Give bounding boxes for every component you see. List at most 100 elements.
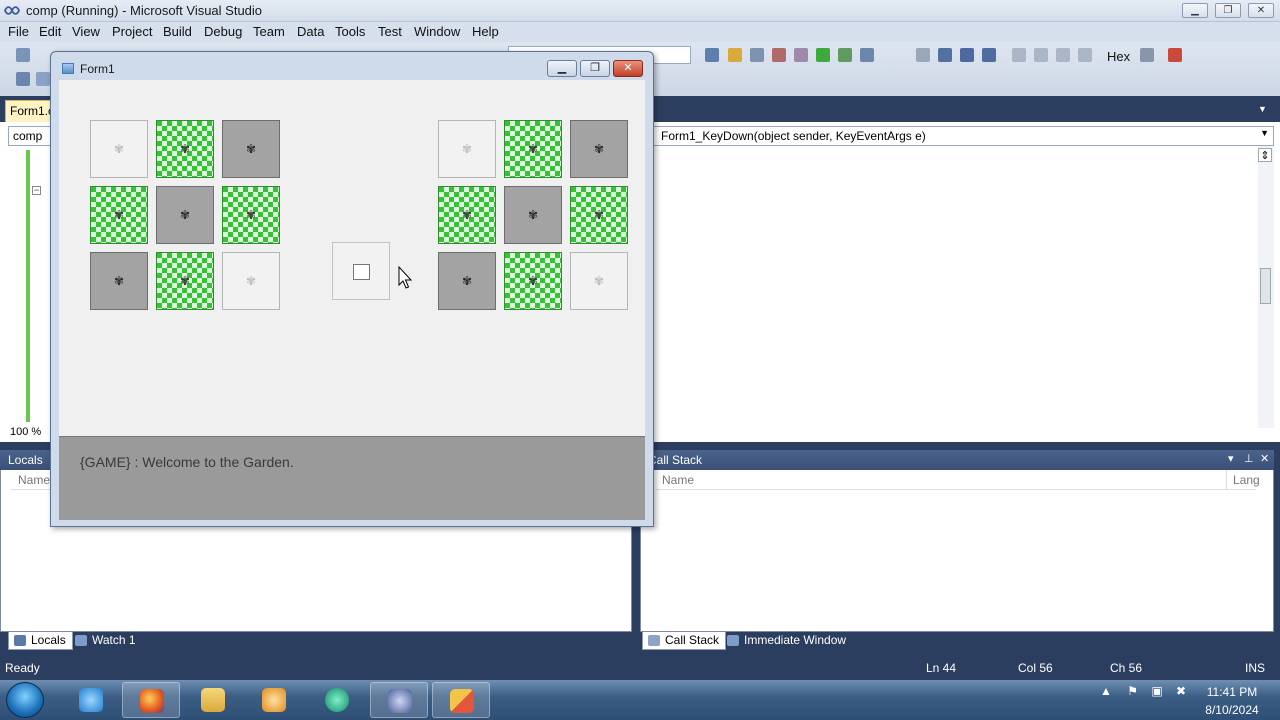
show-hidden-icons-icon[interactable]: ▲ bbox=[1100, 684, 1112, 698]
right-tile-empty[interactable]: ✾ bbox=[438, 120, 496, 178]
window-icon[interactable] bbox=[750, 48, 764, 62]
right-tile-stone[interactable]: ✾ bbox=[504, 186, 562, 244]
vs-restore-button[interactable]: ❐ bbox=[1215, 3, 1241, 18]
left-tile-stone[interactable]: ✾ bbox=[156, 186, 214, 244]
left-tile-grass[interactable]: ✾ bbox=[156, 120, 214, 178]
taskbar-firefox[interactable] bbox=[122, 682, 180, 718]
chevron-down-icon: ▼ bbox=[1260, 128, 1269, 138]
collapse-icon[interactable]: − bbox=[32, 186, 41, 195]
menu-data[interactable]: Data bbox=[297, 24, 324, 39]
flower-icon: ✾ bbox=[527, 142, 539, 156]
class-nav-dropdown[interactable]: comp bbox=[8, 126, 54, 146]
step-over-icon[interactable] bbox=[1034, 48, 1048, 62]
right-tile-grass[interactable]: ✾ bbox=[504, 120, 562, 178]
taskbar-app-green[interactable] bbox=[308, 682, 366, 718]
right-tile-grass[interactable]: ✾ bbox=[438, 186, 496, 244]
cut-icon[interactable] bbox=[794, 48, 808, 62]
visual-studio-logo-icon bbox=[4, 6, 20, 15]
form1-minimize-button[interactable]: ▁ bbox=[547, 60, 577, 77]
tab-call-stack[interactable]: Call Stack bbox=[642, 632, 727, 650]
tools-icon[interactable] bbox=[772, 48, 786, 62]
close-icon[interactable]: ✕ bbox=[1260, 452, 1269, 465]
vs-minimize-button[interactable]: ▁ bbox=[1182, 3, 1208, 18]
member-nav-dropdown[interactable]: Form1_KeyDown(object sender, KeyEventArg… bbox=[650, 126, 1274, 146]
pause-icon[interactable] bbox=[938, 48, 952, 62]
left-tile-empty[interactable]: ✾ bbox=[90, 120, 148, 178]
step-out-icon[interactable] bbox=[1056, 48, 1070, 62]
center-selection-tile[interactable] bbox=[332, 242, 390, 300]
hex-toggle-button[interactable]: Hex bbox=[1107, 49, 1130, 64]
menu-test[interactable]: Test bbox=[378, 24, 402, 39]
firefox-icon bbox=[140, 689, 164, 713]
continue-icon[interactable] bbox=[916, 48, 930, 62]
taskbar-visual-studio[interactable] bbox=[370, 682, 428, 718]
clock-date[interactable]: 8/10/2024 bbox=[1203, 703, 1261, 717]
taskbar-file-explorer[interactable] bbox=[184, 682, 242, 718]
form1-restore-button[interactable]: ❐ bbox=[580, 60, 610, 77]
restart-icon[interactable] bbox=[982, 48, 996, 62]
flower-icon: ✾ bbox=[461, 208, 473, 222]
menu-project[interactable]: Project bbox=[112, 24, 152, 39]
split-icon[interactable]: ⇕ bbox=[1258, 148, 1272, 162]
left-tile-grass[interactable]: ✾ bbox=[222, 186, 280, 244]
right-tile-stone[interactable]: ✾ bbox=[570, 120, 628, 178]
new-project-icon[interactable] bbox=[16, 48, 30, 62]
zoom-level[interactable]: 100 % bbox=[10, 426, 41, 438]
step-into-icon[interactable] bbox=[1012, 48, 1026, 62]
seed-icon: ✾ bbox=[593, 142, 605, 156]
tab-form1-cs[interactable]: Form1.cs bbox=[5, 100, 53, 122]
left-tile-stone[interactable]: ✾ bbox=[90, 252, 148, 310]
pane-menu-icon[interactable]: ▾ bbox=[1228, 452, 1234, 465]
left-tile-grass[interactable]: ✾ bbox=[90, 186, 148, 244]
vs-close-button[interactable]: ✕ bbox=[1248, 3, 1274, 18]
right-tile-stone[interactable]: ✾ bbox=[438, 252, 496, 310]
properties-icon[interactable] bbox=[36, 72, 50, 86]
tab-watch1[interactable]: Watch 1 bbox=[70, 632, 142, 650]
refresh-icon[interactable] bbox=[816, 48, 830, 62]
menu-file[interactable]: File bbox=[8, 24, 29, 39]
right-tile-grass[interactable]: ✾ bbox=[504, 252, 562, 310]
right-tile-empty[interactable]: ✾ bbox=[570, 252, 628, 310]
clock-time[interactable]: 11:41 PM bbox=[1205, 685, 1259, 699]
left-tile-stone[interactable]: ✾ bbox=[222, 120, 280, 178]
form-icon[interactable] bbox=[62, 63, 74, 74]
form1-close-button[interactable]: ✕ bbox=[613, 60, 643, 77]
status-insert-mode: INS bbox=[1245, 661, 1266, 675]
menu-team[interactable]: Team bbox=[253, 24, 285, 39]
callstack-column-lang[interactable]: Lang bbox=[1226, 470, 1266, 490]
toolbox-icon[interactable] bbox=[16, 72, 30, 86]
taskbar-media-player[interactable] bbox=[245, 682, 303, 718]
start-button[interactable] bbox=[6, 682, 44, 718]
menu-tools[interactable]: Tools bbox=[335, 24, 365, 39]
menu-edit[interactable]: Edit bbox=[39, 24, 61, 39]
flag-icon[interactable]: ⚑ bbox=[1127, 684, 1138, 698]
volume-muted-icon[interactable]: ✖ bbox=[1176, 684, 1186, 698]
tab-list-dropdown-icon[interactable]: ▼ bbox=[1258, 104, 1267, 114]
flower-icon: ✾ bbox=[527, 274, 539, 288]
designer-icon[interactable] bbox=[838, 48, 852, 62]
menu-help[interactable]: Help bbox=[472, 24, 499, 39]
scrollbar-thumb[interactable] bbox=[1260, 268, 1271, 304]
visual-studio-icon bbox=[388, 689, 412, 713]
menu-debug[interactable]: Debug bbox=[204, 24, 242, 39]
left-tile-empty[interactable]: ✾ bbox=[222, 252, 280, 310]
output-icon[interactable] bbox=[1168, 48, 1182, 62]
taskbar-internet-explorer[interactable] bbox=[62, 682, 120, 718]
callstack-column-name[interactable]: Name bbox=[662, 473, 694, 487]
breakpoints-icon[interactable] bbox=[1078, 48, 1092, 62]
network-icon[interactable]: ▣ bbox=[1151, 684, 1162, 698]
menu-build[interactable]: Build bbox=[163, 24, 192, 39]
stop-icon[interactable] bbox=[960, 48, 974, 62]
tab-immediate-window[interactable]: Immediate Window bbox=[722, 632, 852, 650]
tab-locals[interactable]: Locals bbox=[8, 632, 73, 650]
folder-icon[interactable] bbox=[728, 48, 742, 62]
menu-window[interactable]: Window bbox=[414, 24, 460, 39]
right-tile-grass[interactable]: ✾ bbox=[570, 186, 628, 244]
layout-icon[interactable] bbox=[860, 48, 874, 62]
pin-icon[interactable]: ⊥ bbox=[1244, 452, 1254, 465]
taskbar-form-app[interactable] bbox=[432, 682, 490, 718]
show-threads-icon[interactable] bbox=[1140, 48, 1154, 62]
menu-view[interactable]: View bbox=[72, 24, 100, 39]
left-tile-grass[interactable]: ✾ bbox=[156, 252, 214, 310]
find-icon[interactable] bbox=[705, 48, 719, 62]
